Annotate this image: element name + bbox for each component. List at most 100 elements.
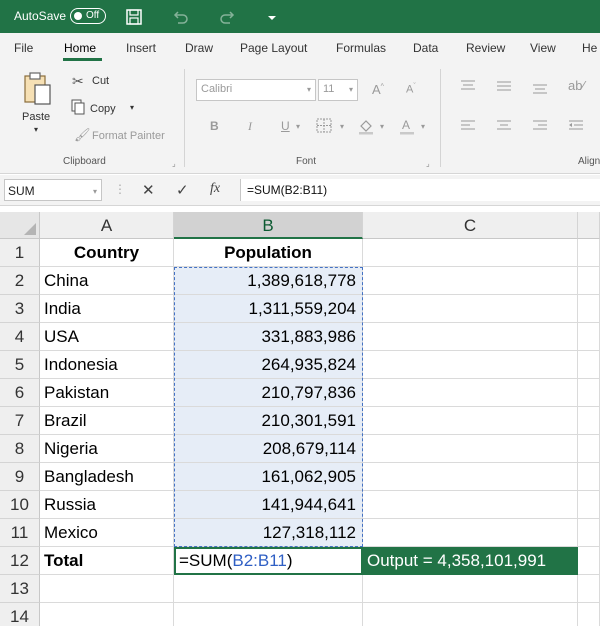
align-center-icon[interactable] bbox=[496, 119, 512, 133]
more-icon[interactable]: ⋮ bbox=[114, 182, 126, 196]
decrease-indent-icon[interactable] bbox=[568, 119, 584, 133]
cell[interactable] bbox=[578, 603, 600, 626]
tab-review[interactable]: Review bbox=[466, 41, 505, 55]
paste-dropdown-icon[interactable]: ▾ bbox=[34, 125, 38, 134]
cell[interactable] bbox=[363, 379, 578, 407]
format-painter-button[interactable]: Format Painter bbox=[92, 130, 165, 142]
header-cell-population[interactable]: Population bbox=[174, 239, 363, 267]
select-all-button[interactable] bbox=[0, 212, 40, 239]
tab-help[interactable]: He bbox=[582, 41, 597, 55]
output-cell[interactable]: Output = 4,358,101,991 bbox=[363, 547, 578, 575]
copy-icon[interactable] bbox=[70, 99, 86, 115]
align-middle-icon[interactable] bbox=[496, 79, 512, 93]
align-top-icon[interactable] bbox=[460, 79, 476, 93]
row-header[interactable]: 7 bbox=[0, 407, 40, 435]
row-header[interactable]: 8 bbox=[0, 435, 40, 463]
column-header-b[interactable]: B bbox=[174, 212, 363, 239]
country-cell[interactable]: Nigeria bbox=[40, 435, 174, 463]
column-header-a[interactable]: A bbox=[40, 212, 174, 239]
customize-qat-icon[interactable] bbox=[262, 7, 282, 27]
tab-data[interactable]: Data bbox=[413, 41, 438, 55]
cell[interactable] bbox=[578, 379, 600, 407]
country-cell[interactable]: USA bbox=[40, 323, 174, 351]
population-cell[interactable]: 208,679,114 bbox=[174, 435, 363, 463]
cut-button[interactable]: Cut bbox=[92, 75, 109, 87]
cell[interactable] bbox=[363, 603, 578, 626]
increase-font-size-icon[interactable]: A^ bbox=[372, 82, 384, 97]
align-bottom-icon[interactable] bbox=[532, 81, 548, 95]
row-header[interactable]: 12 bbox=[0, 547, 40, 575]
tab-draw[interactable]: Draw bbox=[185, 41, 213, 55]
cell[interactable] bbox=[578, 323, 600, 351]
population-cell[interactable]: 210,301,591 bbox=[174, 407, 363, 435]
cell[interactable] bbox=[363, 463, 578, 491]
chevron-down-icon[interactable]: ▾ bbox=[421, 122, 425, 131]
cancel-icon[interactable]: ✕ bbox=[142, 181, 155, 199]
row-header[interactable]: 2 bbox=[0, 267, 40, 295]
cell[interactable] bbox=[363, 323, 578, 351]
population-cell[interactable]: 127,318,112 bbox=[174, 519, 363, 547]
cell[interactable] bbox=[578, 295, 600, 323]
cell[interactable] bbox=[363, 239, 578, 267]
population-cell[interactable]: 141,944,641 bbox=[174, 491, 363, 519]
cell[interactable] bbox=[578, 435, 600, 463]
cell[interactable] bbox=[578, 267, 600, 295]
fill-color-icon[interactable] bbox=[357, 117, 375, 135]
copy-button[interactable]: Copy bbox=[90, 103, 116, 115]
population-cell[interactable]: 331,883,986 bbox=[174, 323, 363, 351]
save-icon[interactable] bbox=[124, 7, 144, 27]
formula-input[interactable]: =SUM(B2:B11) bbox=[240, 179, 600, 201]
cell[interactable] bbox=[578, 519, 600, 547]
country-cell[interactable]: India bbox=[40, 295, 174, 323]
row-header[interactable]: 11 bbox=[0, 519, 40, 547]
row-header[interactable]: 10 bbox=[0, 491, 40, 519]
bold-icon[interactable]: B bbox=[210, 119, 219, 133]
cell[interactable] bbox=[363, 351, 578, 379]
country-cell[interactable]: Brazil bbox=[40, 407, 174, 435]
country-cell[interactable]: China bbox=[40, 267, 174, 295]
insert-function-icon[interactable]: fx bbox=[210, 181, 220, 197]
cell[interactable] bbox=[363, 267, 578, 295]
tab-home[interactable]: Home bbox=[64, 41, 96, 55]
font-color-icon[interactable]: A bbox=[398, 117, 416, 135]
borders-icon[interactable] bbox=[316, 118, 334, 134]
cell[interactable] bbox=[578, 463, 600, 491]
cell[interactable] bbox=[174, 603, 363, 626]
orientation-icon[interactable]: ab⁄ bbox=[568, 78, 585, 93]
country-cell[interactable]: Bangladesh bbox=[40, 463, 174, 491]
undo-icon[interactable] bbox=[170, 7, 190, 27]
cell[interactable] bbox=[363, 407, 578, 435]
row-header[interactable]: 1 bbox=[0, 239, 40, 267]
population-cell[interactable]: 1,311,559,204 bbox=[174, 295, 363, 323]
row-header[interactable]: 4 bbox=[0, 323, 40, 351]
country-cell[interactable]: Mexico bbox=[40, 519, 174, 547]
chevron-down-icon[interactable]: ▾ bbox=[380, 122, 384, 131]
chevron-down-icon[interactable]: ▾ bbox=[340, 122, 344, 131]
cell[interactable] bbox=[363, 575, 578, 603]
population-cell[interactable]: 264,935,824 bbox=[174, 351, 363, 379]
cell[interactable] bbox=[578, 351, 600, 379]
row-header[interactable]: 9 bbox=[0, 463, 40, 491]
country-cell[interactable]: Pakistan bbox=[40, 379, 174, 407]
font-launcher-icon[interactable]: ⌟ bbox=[426, 159, 430, 168]
row-header[interactable]: 5 bbox=[0, 351, 40, 379]
font-size-select[interactable]: 11 ▾ bbox=[318, 79, 358, 101]
clipboard-launcher-icon[interactable]: ⌟ bbox=[172, 159, 176, 168]
row-header[interactable]: 14 bbox=[0, 603, 40, 626]
cut-icon[interactable]: ✂ bbox=[72, 73, 84, 90]
tab-view[interactable]: View bbox=[530, 41, 556, 55]
format-painter-icon[interactable]: 🖌 bbox=[74, 127, 91, 143]
cell[interactable] bbox=[578, 491, 600, 519]
copy-dropdown-icon[interactable]: ▾ bbox=[130, 103, 134, 112]
font-name-select[interactable]: Calibri ▾ bbox=[196, 79, 316, 101]
cell[interactable] bbox=[174, 575, 363, 603]
cell[interactable] bbox=[578, 407, 600, 435]
header-cell-country[interactable]: Country bbox=[40, 239, 174, 267]
country-cell[interactable]: Russia bbox=[40, 491, 174, 519]
redo-icon[interactable] bbox=[218, 7, 238, 27]
cell[interactable] bbox=[363, 435, 578, 463]
cell[interactable] bbox=[363, 295, 578, 323]
population-cell[interactable]: 161,062,905 bbox=[174, 463, 363, 491]
tab-insert[interactable]: Insert bbox=[126, 41, 156, 55]
cell[interactable] bbox=[40, 575, 174, 603]
